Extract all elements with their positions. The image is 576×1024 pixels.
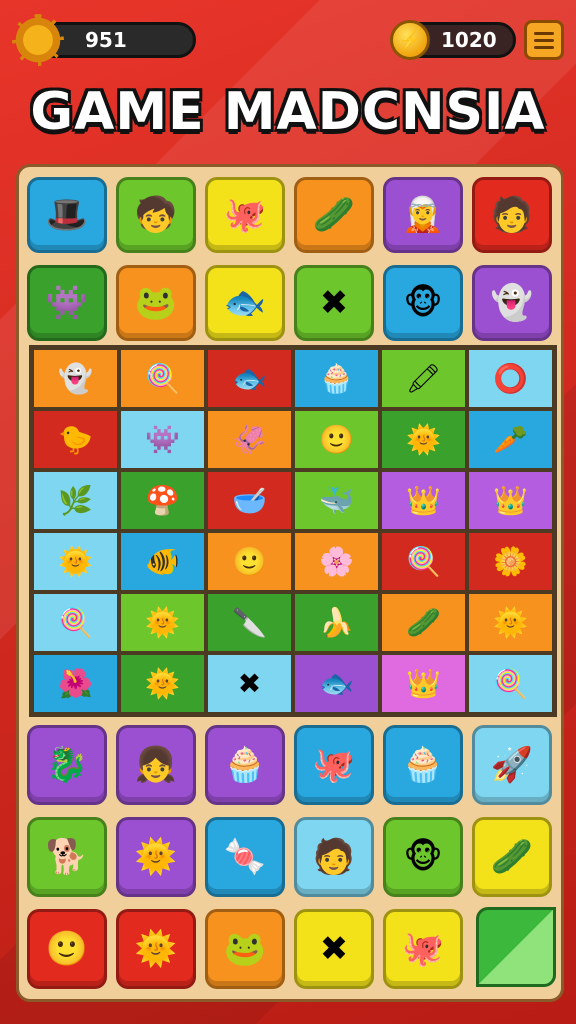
match-grid: 👻 🍭 🐟 🧁 🖍 ⭕ 🐤 👾 🦑 🙂 🌞 🥕 🌿 🍄 🥣 🐳 👑 👑 🌞 🐠 🙂 🌸 🍭 🌼 🍭 🌞 🔪 🍌 🥒 🌞 🌺 🌞 ✖ 🐟 👑 🍭 [29, 345, 557, 717]
game-tile[interactable]: 👻 [472, 265, 552, 341]
coins-value: 1020 [441, 28, 497, 52]
grid-cell[interactable]: 🐤 [32, 409, 119, 470]
grid-cell[interactable]: 🌼 [467, 531, 554, 592]
game-tile[interactable]: 🧝 [383, 177, 463, 253]
page-curl[interactable] [476, 907, 556, 987]
game-tile[interactable]: 🐉 [27, 725, 107, 805]
grid-cell[interactable]: ⭕ [467, 348, 554, 409]
game-tile[interactable]: 🌞 [116, 817, 196, 897]
game-tile[interactable]: 🐙 [383, 909, 463, 989]
game-title: GAME MADCNSIA [30, 82, 546, 142]
game-tile[interactable]: 👾 [27, 265, 107, 341]
grid-cell[interactable]: 🙂 [206, 531, 293, 592]
game-tile[interactable]: 🧑 [294, 817, 374, 897]
grid-cell[interactable]: 🥣 [206, 470, 293, 531]
grid-cell[interactable]: 👑 [380, 653, 467, 714]
grid-cell[interactable]: 🍭 [32, 592, 119, 653]
grid-cell[interactable]: 🌿 [32, 470, 119, 531]
game-tile[interactable]: 🐵 [383, 817, 463, 897]
game-tile[interactable]: 🌞 [116, 909, 196, 989]
grid-cell[interactable]: 🌞 [467, 592, 554, 653]
game-tile[interactable]: 🧁 [383, 725, 463, 805]
grid-cell[interactable]: 🌸 [293, 531, 380, 592]
grid-cell[interactable]: 👾 [119, 409, 206, 470]
gear-icon[interactable] [12, 14, 64, 66]
grid-cell[interactable]: 👻 [32, 348, 119, 409]
game-tile[interactable]: 🚀 [472, 725, 552, 805]
grid-cell[interactable]: 🌺 [32, 653, 119, 714]
game-tile[interactable]: 🧑 [472, 177, 552, 253]
grid-cell[interactable]: ✖ [206, 653, 293, 714]
game-tile[interactable]: 🍬 [205, 817, 285, 897]
grid-cell[interactable]: 🍌 [293, 592, 380, 653]
grid-cell[interactable]: 🦑 [206, 409, 293, 470]
game-tile[interactable]: ✖ [294, 909, 374, 989]
game-tile[interactable]: 🧁 [205, 725, 285, 805]
game-tile[interactable]: 🐙 [294, 725, 374, 805]
game-tile[interactable]: 🐕 [27, 817, 107, 897]
game-tile[interactable]: 🐸 [116, 265, 196, 341]
game-tile[interactable]: 🧒 [116, 177, 196, 253]
game-tile[interactable]: 🐸 [205, 909, 285, 989]
game-tile[interactable]: 🥒 [472, 817, 552, 897]
hud-bar: 951 1020 ⚡ [0, 12, 576, 68]
grid-cell[interactable]: 🌞 [119, 653, 206, 714]
grid-cell[interactable]: 👑 [380, 470, 467, 531]
grid-cell[interactable]: 🍭 [380, 531, 467, 592]
game-tile[interactable]: 🐟 [205, 265, 285, 341]
grid-cell[interactable]: 🍭 [467, 653, 554, 714]
grid-cell[interactable]: 🧁 [293, 348, 380, 409]
score-value: 951 [85, 28, 127, 52]
grid-cell[interactable]: 🙂 [293, 409, 380, 470]
grid-cell[interactable]: 👑 [467, 470, 554, 531]
grid-cell[interactable]: 🥕 [467, 409, 554, 470]
game-tile[interactable]: ✖ [294, 265, 374, 341]
grid-cell[interactable]: 🐟 [206, 348, 293, 409]
grid-cell[interactable]: 🌞 [32, 531, 119, 592]
grid-cell[interactable]: 🐟 [293, 653, 380, 714]
game-tile[interactable]: 🥒 [294, 177, 374, 253]
grid-cell[interactable]: 🌞 [380, 409, 467, 470]
grid-cell[interactable]: 🐳 [293, 470, 380, 531]
game-tile[interactable]: 🙂 [27, 909, 107, 989]
grid-cell[interactable]: 🔪 [206, 592, 293, 653]
grid-cell[interactable]: 🥒 [380, 592, 467, 653]
grid-cell[interactable]: 🌞 [119, 592, 206, 653]
game-board: 👻 🍭 🐟 🧁 🖍 ⭕ 🐤 👾 🦑 🙂 🌞 🥕 🌿 🍄 🥣 🐳 👑 👑 🌞 🐠 🙂 🌸 🍭 🌼 🍭 🌞 🔪 🍌 🥒 🌞 🌺 🌞 ✖ 🐟 👑 🍭 🎩 🧒 🐙… [16, 164, 564, 1002]
game-tile[interactable]: 👧 [116, 725, 196, 805]
game-tile[interactable]: 🐵 [383, 265, 463, 341]
coin-icon: ⚡ [390, 20, 430, 60]
game-tile[interactable]: 🎩 [27, 177, 107, 253]
grid-cell[interactable]: 🍭 [119, 348, 206, 409]
game-tile[interactable]: 🐙 [205, 177, 285, 253]
grid-cell[interactable]: 🖍 [380, 348, 467, 409]
hamburger-menu-icon[interactable] [524, 20, 564, 60]
grid-cell[interactable]: 🐠 [119, 531, 206, 592]
grid-cell[interactable]: 🍄 [119, 470, 206, 531]
